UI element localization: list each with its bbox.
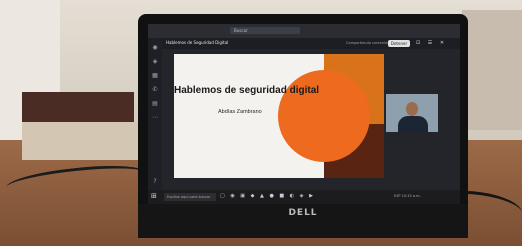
meeting-bar: Hablemos de Seguridad Digital Compartien… xyxy=(162,38,460,49)
files-icon[interactable]: ▤ xyxy=(151,100,159,108)
meeting-controls[interactable]: ⊡ ☰ ✕ xyxy=(416,40,447,46)
system-tray: ESP 10:15 a.m. xyxy=(394,194,421,198)
calendar-icon[interactable]: ▦ xyxy=(151,72,159,80)
participant-head xyxy=(406,102,418,116)
windows-start-icon[interactable]: ⊞ xyxy=(151,193,158,200)
dark-box xyxy=(22,92,134,126)
stop-sharing-button[interactable]: Detener xyxy=(388,40,410,47)
light-box xyxy=(22,122,138,160)
chat-icon[interactable]: ◉ xyxy=(151,44,159,52)
slide-title: Hablemos de seguridad digital xyxy=(174,85,320,96)
meeting-title: Hablemos de Seguridad Digital xyxy=(166,40,229,45)
participant-body xyxy=(398,116,428,132)
calls-icon[interactable]: ✆ xyxy=(151,86,159,94)
background-object xyxy=(462,10,522,130)
laptop-logo: DELL xyxy=(288,208,318,218)
teams-icon[interactable]: ◈ xyxy=(151,58,159,66)
teams-app-rail: ◉ ◈ ▦ ✆ ▤ ⋯ ? xyxy=(148,38,162,204)
slide-orange-circle xyxy=(278,70,370,162)
teams-search-input[interactable]: Buscar xyxy=(230,27,300,34)
taskbar-search-input[interactable]: Escribe aquí para buscar xyxy=(164,193,216,201)
taskbar-app-icons[interactable]: ▢ ◉ ▣ ◆ ▲ ● ■ ◐ ◈ ▶ xyxy=(220,193,315,199)
slide-author: Abdías Zambrano xyxy=(218,109,262,115)
laptop-screen: Buscar ◉ ◈ ▦ ✆ ▤ ⋯ ? Hablemos de Segurid… xyxy=(148,24,460,204)
windows-taskbar: ⊞ Escribe aquí para buscar ▢ ◉ ▣ ◆ ▲ ● ■… xyxy=(148,190,460,204)
apps-icon[interactable]: ⋯ xyxy=(151,114,159,122)
participant-video[interactable] xyxy=(386,94,438,132)
shared-slide: Hablemos de seguridad digital Abdías Zam… xyxy=(174,54,384,178)
share-status: Compartiendo contenido xyxy=(346,41,390,45)
teams-titlebar: Buscar xyxy=(148,24,460,38)
help-icon[interactable]: ? xyxy=(151,178,159,186)
